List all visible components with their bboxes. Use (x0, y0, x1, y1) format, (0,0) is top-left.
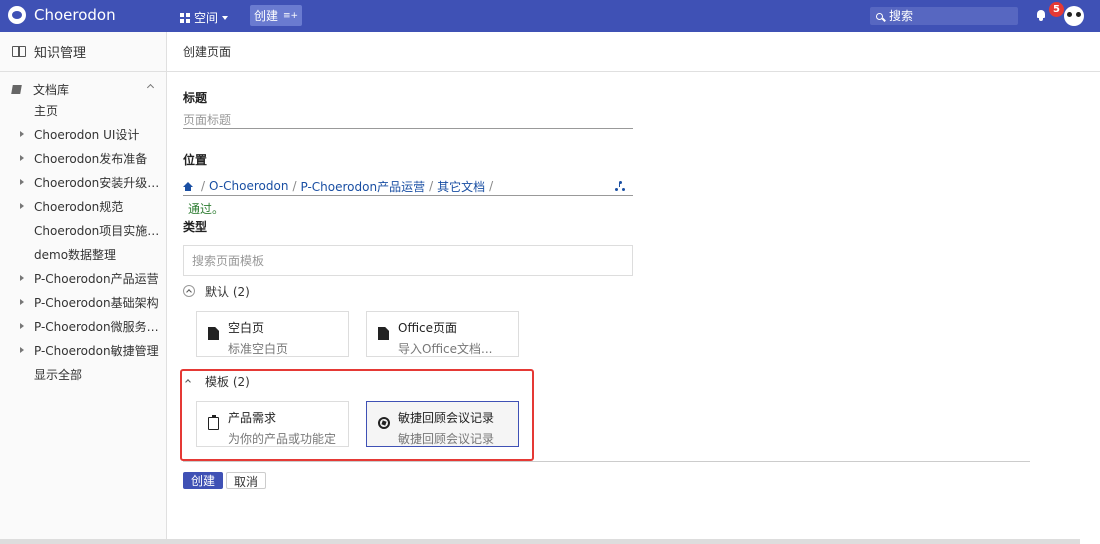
app-name: Choerodon (34, 6, 116, 24)
create-button[interactable]: 创建 (183, 472, 223, 489)
template-description: 敏捷回顾会议记录 (398, 432, 495, 446)
sidebar-tree-item-label: P-Choerodon微服务框... (34, 319, 164, 334)
sidebar-tree-item[interactable]: P-Choerodon敏捷管理 (20, 341, 165, 359)
sidebar-header: 知识管理 (0, 32, 166, 72)
sidebar-tree-item[interactable]: 显示全部 (20, 365, 165, 383)
clipboard-icon (208, 415, 219, 430)
sidebar-tree-item-label: P-Choerodon产品运营 (34, 271, 159, 286)
breadcrumb-item[interactable]: 其它文档 (437, 178, 485, 195)
template-group-default[interactable]: 默认 (2) (183, 283, 250, 299)
sidebar-tree-item-label: P-Choerodon敏捷管理 (34, 343, 159, 358)
template-title: 敏捷回顾会议记录 (398, 411, 495, 425)
caret-right-icon[interactable] (20, 203, 24, 209)
search-input[interactable] (889, 9, 1009, 23)
chevron-up-icon (183, 285, 195, 297)
template-title: 空白页 (228, 321, 265, 335)
sidebar-tree-item[interactable]: Choerodon安装升级记... (20, 173, 165, 191)
grid-icon (180, 12, 190, 23)
choerodon-logo-icon (8, 6, 26, 24)
space-menu-button[interactable]: 空间 (180, 9, 229, 26)
template-group-custom[interactable]: 模板 (2) (183, 373, 250, 389)
create-page-button[interactable]: 创建 ≡+ (250, 5, 302, 26)
template-card-blank[interactable]: 空白页 标准空白页 (196, 311, 349, 357)
template-title: 产品需求 (228, 411, 277, 425)
sidebar-tree-item[interactable]: 主页 (20, 101, 165, 119)
sidebar-tree-item[interactable]: Choerodon UI设计 (20, 125, 165, 143)
tree-root-label: 文档库 (33, 82, 70, 97)
space-menu-label: 空间 (194, 11, 219, 25)
sidebar-tree-item[interactable]: Choerodon发布准备 (20, 149, 165, 167)
sidebar-tree-item[interactable]: demo数据整理 (20, 245, 165, 263)
file-icon (208, 327, 219, 340)
sitemap-icon[interactable] (615, 181, 625, 191)
sidebar-tree-item[interactable]: Choerodon规范 (20, 197, 165, 215)
sidebar-tree-item-label: Choerodon UI设计 (34, 127, 140, 142)
template-description: 标准空白页 (228, 342, 289, 356)
caret-right-icon[interactable] (20, 299, 24, 305)
page-title-input[interactable] (183, 111, 633, 129)
sidebar-tree-item-label: Choerodon发布准备 (34, 151, 148, 166)
chevron-up-icon[interactable] (146, 83, 155, 92)
location-breadcrumb: / O-Choerodon / P-Choerodon产品运营 / 其它文档 / (183, 177, 633, 196)
sidebar-tree-item-label: Choerodon项目实施文... (34, 223, 164, 238)
sidebar-title: 知识管理 (34, 46, 87, 61)
template-title: Office页面 (398, 321, 458, 335)
location-field-label: 位置 (183, 153, 208, 167)
home-icon[interactable] (183, 181, 193, 191)
bell-icon[interactable] (1036, 10, 1046, 21)
chevron-up-icon (183, 375, 195, 387)
sidebar-tree-item-label: demo数据整理 (34, 247, 117, 262)
horizontal-scrollbar[interactable] (0, 539, 1080, 544)
caret-right-icon[interactable] (20, 323, 24, 329)
breadcrumb-item[interactable]: P-Choerodon产品运营 (301, 178, 426, 195)
aperture-icon (378, 417, 390, 429)
sidebar-tree-item[interactable]: P-Choerodon基础架构 (20, 293, 165, 311)
page-header: 创建页面 (167, 32, 1100, 72)
sidebar: 知识管理 文档库 主页 Choerodon UI设计 Choerodon发布准备 Ch… (0, 32, 167, 544)
user-avatar[interactable] (1064, 6, 1084, 26)
global-search[interactable] (870, 7, 1018, 25)
sidebar-tree-item-label: 显示全部 (34, 367, 83, 382)
caret-right-icon[interactable] (20, 155, 24, 161)
cancel-button[interactable]: 取消 (226, 472, 266, 489)
caret-right-icon[interactable] (20, 131, 24, 137)
sidebar-tree-item-label: Choerodon安装升级记... (34, 175, 164, 190)
template-description: 为你的产品或功能定 (228, 432, 337, 446)
caret-right-icon[interactable] (20, 275, 24, 281)
type-field-label: 类型 (183, 220, 208, 234)
divider (183, 461, 1030, 462)
top-navigation-bar: Choerodon 空间 创建 ≡+ 5 (0, 0, 1100, 32)
template-group-label: 默认 (2) (205, 284, 250, 299)
sidebar-tree-item[interactable]: Choerodon项目实施文... (20, 221, 165, 239)
tree-root-library[interactable]: 文档库 (11, 81, 157, 97)
search-icon (876, 12, 883, 20)
sidebar-tree-item[interactable]: P-Choerodon产品运营 (20, 269, 165, 287)
create-page-label: 创建 (253, 9, 278, 23)
title-field-label: 标题 (183, 91, 208, 105)
template-search-input[interactable] (183, 245, 633, 276)
document-icon (11, 84, 22, 94)
file-icon (378, 327, 389, 340)
template-group-label: 模板 (2) (205, 374, 250, 389)
template-card-office[interactable]: Office页面 导入Office文档... (366, 311, 519, 357)
template-card-product-requirements[interactable]: 产品需求 为你的产品或功能定 (196, 401, 349, 447)
page-title: 创建页面 (183, 45, 232, 59)
notification-badge: 5 (1049, 2, 1064, 17)
breadcrumb-item[interactable]: O-Choerodon (209, 179, 288, 193)
sidebar-tree-item-label: P-Choerodon基础架构 (34, 295, 159, 310)
app-logo[interactable]: Choerodon (8, 6, 116, 24)
chevron-down-icon (222, 15, 229, 20)
caret-right-icon[interactable] (20, 179, 24, 185)
book-open-icon (12, 46, 26, 57)
template-card-agile-retrospective[interactable]: 敏捷回顾会议记录 敏捷回顾会议记录 (366, 401, 519, 447)
sidebar-tree-item[interactable]: P-Choerodon微服务框... (20, 317, 165, 335)
playlist-add-icon: ≡+ (282, 10, 299, 21)
sidebar-tree-item-label: Choerodon规范 (34, 199, 124, 214)
caret-right-icon[interactable] (20, 347, 24, 353)
template-description: 导入Office文档... (398, 342, 493, 356)
validation-message: 通过。 (188, 202, 225, 216)
sidebar-tree-item-label: 主页 (34, 103, 59, 118)
